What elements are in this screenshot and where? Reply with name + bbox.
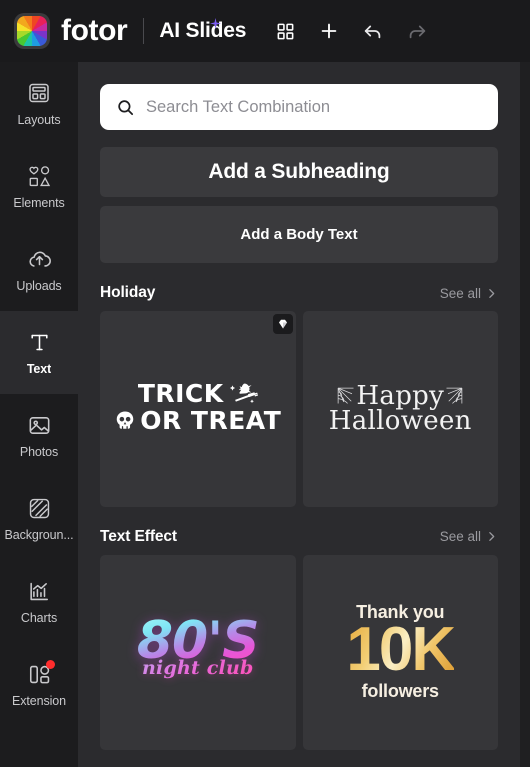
grid-icon	[277, 23, 294, 39]
layouts-icon	[26, 80, 52, 106]
trick-or-treat-art: TRICK OR TREAT	[100, 381, 296, 433]
spiderweb-icon	[446, 388, 463, 404]
notification-dot-badge	[46, 660, 55, 669]
card-line-2: Halloween	[328, 405, 472, 436]
card-line-1: TRICK	[137, 379, 224, 408]
card-line-1: Happy	[356, 380, 445, 411]
search-input[interactable]	[146, 97, 482, 117]
eighties-art: 80'S night club	[137, 615, 260, 679]
section-title: Text Effect	[100, 527, 177, 545]
app-title-text: AI Slides	[159, 19, 247, 42]
see-all-label: See all	[439, 285, 481, 301]
section-header-text-effect: Text Effect See all	[100, 528, 498, 546]
chevron-right-icon	[489, 288, 495, 298]
toolbar-divider	[143, 18, 145, 44]
undo-button[interactable]	[356, 14, 390, 48]
undo-arrow-icon	[365, 25, 381, 39]
brand-name: fotor	[61, 14, 128, 47]
fotor-ai-slides-window: fotor AI Slides Layouts Elements Uploads…	[0, 0, 530, 767]
sidebar-item-text[interactable]: Text	[0, 311, 78, 394]
chevron-right-icon	[489, 532, 495, 541]
toolbar-actions	[268, 14, 434, 48]
skull-icon	[116, 411, 134, 429]
sidebar-item-layouts[interactable]: Layouts	[0, 62, 78, 145]
sidebar-item-label: Layouts	[17, 113, 61, 127]
sidebar-item-label: Elements	[13, 196, 65, 210]
upload-cloud-icon	[26, 246, 52, 272]
diamond-icon	[278, 319, 287, 329]
add-slide-button[interactable]	[312, 14, 346, 48]
text-template-card-happy-halloween[interactable]: Happy Halloween	[302, 311, 498, 507]
sidebar-item-label: Photos	[19, 445, 59, 459]
card-line-2: 10K	[346, 615, 456, 685]
see-all-label: See all	[439, 529, 481, 544]
holiday-card-grid: TRICK OR TREAT Happy Halloween	[100, 311, 498, 507]
card-line-3: followers	[361, 681, 439, 702]
premium-badge	[272, 314, 293, 334]
search-icon	[118, 99, 134, 115]
card-line-2: OR TREAT	[140, 405, 282, 435]
page-title: AI Slides	[159, 18, 247, 43]
sidebar-item-label: Uploads	[16, 279, 62, 293]
sidebar-item-elements[interactable]: Elements	[0, 145, 78, 228]
text-effect-card-grid: 80'S night club Thank you 10K followers	[100, 554, 498, 750]
see-all-text-effect-link[interactable]: See all	[440, 529, 498, 544]
panel-right-edge	[520, 62, 530, 767]
photo-icon	[26, 412, 52, 438]
happy-halloween-art: Happy Halloween	[328, 380, 472, 436]
elements-icon	[26, 163, 52, 189]
spiderweb-icon	[338, 388, 354, 404]
text-panel: Add a Subheading Add a Body Text Holiday…	[78, 62, 520, 767]
text-template-card-10k-followers[interactable]: Thank you 10K followers	[302, 554, 498, 750]
sidebar-item-extension[interactable]: Extension	[0, 643, 78, 726]
sparkle-icon	[209, 18, 221, 29]
text-template-card-trick-or-treat[interactable]: TRICK OR TREAT	[100, 311, 296, 507]
left-sidebar: Layouts Elements Uploads Text Photos Bac…	[0, 62, 78, 767]
sidebar-item-label: Backgroun...	[4, 528, 74, 542]
section-header-holiday: Holiday See all	[100, 284, 498, 302]
charts-icon	[26, 578, 52, 604]
add-body-text-button[interactable]: Add a Body Text	[100, 206, 498, 263]
text-template-card-80s-night-club[interactable]: 80'S night club	[100, 554, 296, 750]
see-all-holiday-link[interactable]: See all	[440, 286, 498, 301]
add-subheading-button[interactable]: Add a Subheading	[100, 147, 498, 197]
witch-on-broom-icon	[229, 383, 258, 404]
plus-icon	[321, 23, 337, 39]
redo-arrow-icon	[409, 25, 426, 39]
background-icon	[26, 495, 52, 521]
top-toolbar: fotor AI Slides	[0, 0, 530, 62]
color-wheel-icon	[17, 16, 47, 46]
sidebar-item-label: Extension	[12, 694, 66, 708]
search-box[interactable]	[100, 84, 498, 130]
sidebar-item-uploads[interactable]: Uploads	[0, 228, 78, 311]
text-t-icon	[26, 329, 52, 355]
sidebar-item-label: Text	[26, 362, 52, 376]
section-title: Holiday	[100, 284, 156, 301]
redo-button[interactable]	[400, 14, 434, 48]
card-line-2: night club	[142, 656, 254, 679]
sidebar-item-background[interactable]: Backgroun...	[0, 477, 78, 560]
search-area	[100, 84, 498, 130]
sidebar-item-label: Charts	[20, 611, 58, 625]
grid-view-button[interactable]	[268, 14, 302, 48]
sidebar-item-photos[interactable]: Photos	[0, 394, 78, 477]
sidebar-item-charts[interactable]: Charts	[0, 560, 78, 643]
fotor-logo-icon[interactable]	[14, 13, 50, 49]
tenk-followers-art: Thank you 10K followers	[346, 602, 456, 702]
